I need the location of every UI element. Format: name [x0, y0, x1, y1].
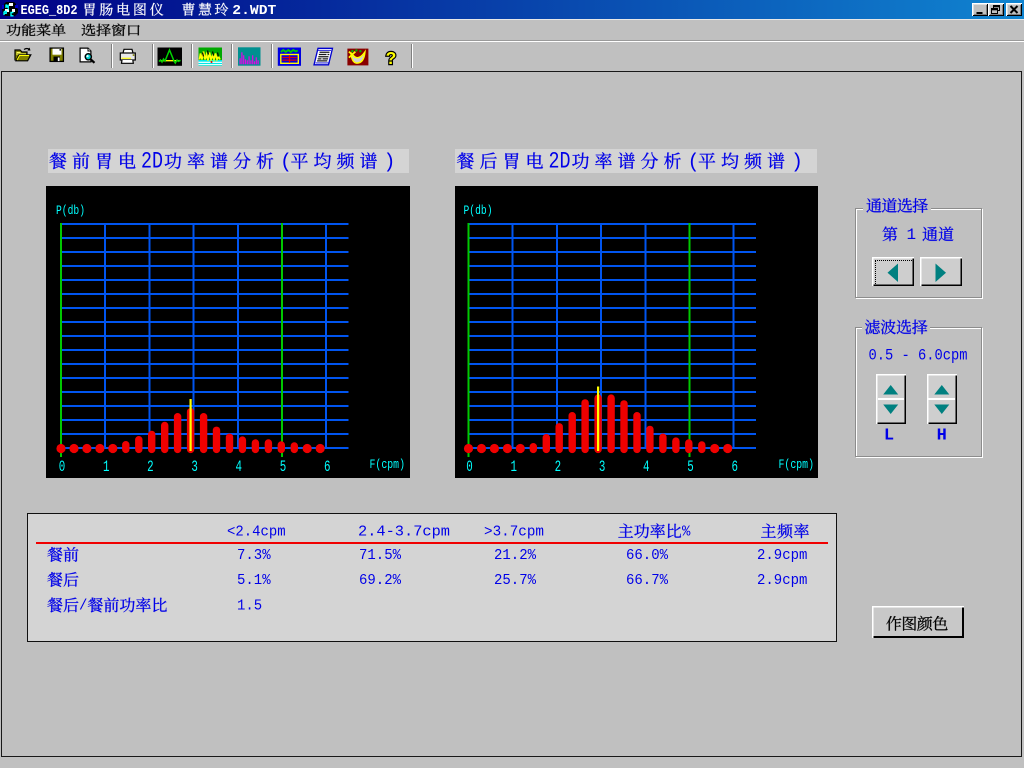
- svg-text:2.4-3.7cpm: 2.4-3.7cpm: [358, 524, 450, 541]
- svg-text:P(db): P(db): [464, 203, 493, 218]
- svg-text:L: L: [884, 427, 894, 446]
- svg-text:1: 1: [510, 458, 517, 476]
- svg-text:2: 2: [555, 458, 562, 476]
- svg-text:(: (: [688, 152, 700, 175]
- svg-text:0: 0: [466, 458, 473, 476]
- svg-text:69.2%: 69.2%: [359, 572, 402, 589]
- svg-text:4: 4: [643, 458, 650, 476]
- svg-text:2D: 2D: [549, 149, 571, 175]
- svg-text:F(cpm): F(cpm): [370, 457, 406, 472]
- svg-text:2D: 2D: [141, 149, 163, 175]
- svg-text:/: /: [79, 598, 87, 615]
- svg-text:4: 4: [236, 458, 243, 476]
- svg-text:1.5: 1.5: [237, 598, 262, 615]
- svg-text:71.5%: 71.5%: [359, 547, 402, 564]
- svg-text:2: 2: [147, 458, 154, 476]
- svg-text:(: (: [280, 152, 292, 175]
- svg-text:): ): [791, 152, 803, 175]
- svg-text:3: 3: [191, 458, 198, 476]
- svg-text:H: H: [937, 427, 947, 446]
- svg-text:): ): [384, 152, 396, 175]
- svg-text:P(db): P(db): [56, 203, 85, 218]
- svg-text:66.0%: 66.0%: [626, 547, 669, 564]
- svg-text:0.5 - 6.0cpm: 0.5 - 6.0cpm: [869, 347, 968, 365]
- svg-text:0: 0: [59, 458, 66, 476]
- svg-text:2.9cpm: 2.9cpm: [757, 547, 807, 564]
- svg-text:<2.4cpm: <2.4cpm: [227, 524, 286, 541]
- svg-text:5: 5: [687, 458, 694, 476]
- svg-text:6: 6: [324, 458, 331, 476]
- svg-text:66.7%: 66.7%: [626, 572, 669, 589]
- svg-text:1: 1: [103, 458, 110, 476]
- svg-text:1: 1: [907, 226, 917, 244]
- svg-text:6: 6: [731, 458, 738, 476]
- svg-text:F(cpm): F(cpm): [779, 457, 815, 472]
- svg-text:21.2%: 21.2%: [494, 547, 537, 564]
- svg-text:5.1%: 5.1%: [237, 572, 272, 589]
- svg-text:3: 3: [599, 458, 606, 476]
- svg-text:EGEG_8D2: EGEG_8D2: [21, 4, 78, 19]
- svg-text:25.7%: 25.7%: [494, 572, 537, 589]
- svg-text:2.WDT: 2.WDT: [232, 4, 276, 19]
- svg-text:%: %: [682, 524, 691, 541]
- svg-text:>3.7cpm: >3.7cpm: [484, 524, 544, 541]
- svg-text:5: 5: [280, 458, 287, 476]
- svg-text:?: ?: [386, 48, 397, 68]
- svg-text:7.3%: 7.3%: [237, 547, 272, 564]
- svg-text:2.9cpm: 2.9cpm: [757, 572, 807, 589]
